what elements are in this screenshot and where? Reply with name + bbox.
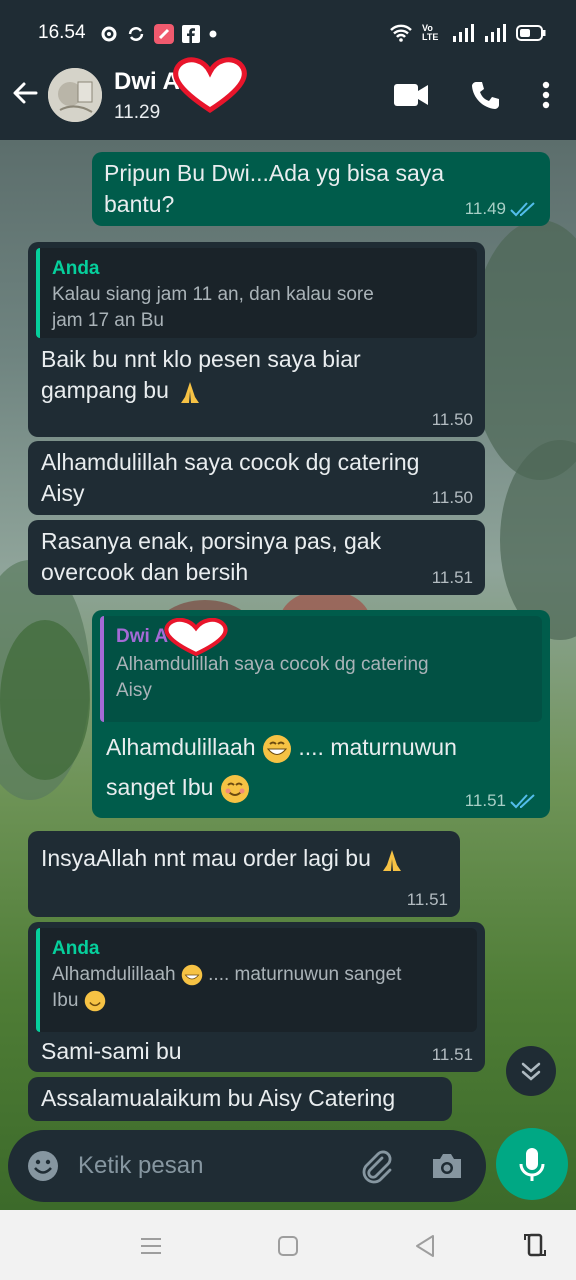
message-text: overcook dan bersih [41, 559, 249, 585]
system-navigation-bar [0, 1210, 576, 1280]
quote-text: Alhamdulillaah [52, 964, 176, 985]
message-meta: 11.50 [432, 489, 473, 507]
message-time: 11.49 [464, 199, 506, 218]
message-time: 11.51 [406, 890, 448, 909]
quoted-message[interactable]: Dwi A Alhamdulillah saya cocok dg cateri… [100, 616, 542, 722]
praying-hands-emoji-icon [383, 849, 402, 871]
message-text: .... maturnuwun [298, 734, 457, 760]
mic-icon [519, 1148, 545, 1181]
battery-icon [516, 25, 546, 41]
grinning-face-emoji-icon [181, 964, 203, 986]
sync-icon [128, 27, 144, 41]
message-bubble-outgoing[interactable]: Dwi A Alhamdulillah saya cocok dg cateri… [92, 610, 550, 818]
message-bubble-incoming[interactable]: InsyaAllah nnt mau order lagi bu 11.51 [28, 831, 460, 917]
message-meta: 11.51 [432, 569, 473, 587]
message-meta: 11.51 [407, 891, 448, 909]
wifi-icon [390, 24, 412, 42]
message-text: Alhamdulillah saya cocok dg catering [41, 449, 420, 475]
message-text: sanget Ibu [106, 773, 214, 800]
message-meta: 11.49 [465, 200, 538, 218]
status-time: 16.54 [38, 22, 86, 43]
message-text: Assalamualaikum bu Aisy Catering [41, 1085, 396, 1111]
message-bubble-incoming[interactable]: Assalamualaikum bu Aisy Catering [28, 1077, 452, 1121]
home-icon[interactable] [277, 1235, 299, 1257]
message-time: 11.51 [431, 568, 473, 587]
message-meta: 11.50 [432, 411, 473, 429]
message-text: Aisy [41, 480, 85, 506]
quote-text: Kalau siang jam 11 an, dan kalau sore [52, 284, 374, 305]
quote-author: Anda [52, 938, 100, 959]
grinning-face-emoji-icon [262, 734, 291, 763]
read-ticks-icon [510, 794, 535, 809]
message-meta: 11.51 [465, 792, 538, 810]
message-time: 11.50 [431, 488, 473, 507]
rotate-screen-icon[interactable] [524, 1232, 546, 1258]
more-menu-icon[interactable] [542, 81, 550, 109]
attach-icon[interactable] [358, 1148, 394, 1184]
message-text: Baik bu nnt klo pesen saya biar [41, 346, 361, 372]
signal-icon-2 [485, 24, 506, 42]
chat-header: Dwi A 11.29 [0, 52, 576, 140]
message-text: gampang bu [41, 377, 169, 403]
message-text: Sami-sami bu [41, 1038, 182, 1064]
message-bubble-outgoing[interactable]: Pripun Bu Dwi...Ada yg bisa saya bantu? … [92, 152, 550, 226]
quote-author: Anda [52, 258, 100, 279]
quoted-message[interactable]: Anda Alhamdulillaah .... maturnuwun sang… [36, 928, 477, 1032]
settings-icon [101, 26, 117, 42]
back-icon[interactable] [414, 1234, 436, 1258]
avatar[interactable] [48, 68, 102, 122]
last-seen-time: 11.29 [114, 102, 161, 123]
status-bar: 16.54 Vo LTE [0, 0, 576, 52]
heart-sticker-icon [164, 618, 228, 656]
message-text: Alhamdulillaah [106, 734, 256, 760]
facebook-icon [182, 25, 200, 43]
message-bubble-incoming[interactable]: Alhamdulillah saya cocok dg catering Ais… [28, 441, 485, 515]
message-bubble-incoming[interactable]: Anda Kalau siang jam 11 an, dan kalau so… [28, 242, 485, 437]
message-input[interactable]: Ketik pesan [78, 1152, 203, 1180]
quote-text: Aisy [116, 680, 152, 701]
smiling-face-emoji-icon [84, 990, 105, 1012]
video-call-icon[interactable] [394, 84, 428, 106]
header-actions [394, 80, 550, 110]
message-composer: Ketik pesan [8, 1130, 486, 1202]
message-time: 11.50 [431, 410, 473, 429]
read-ticks-icon [510, 202, 535, 217]
back-arrow-icon[interactable] [10, 78, 40, 108]
signal-icon [453, 24, 474, 42]
quote-text: jam 17 an Bu [52, 310, 164, 331]
message-text: InsyaAllah nnt mau order lagi bu [41, 845, 371, 871]
app-notification-icon [154, 24, 174, 44]
message-time: 11.51 [431, 1045, 473, 1064]
phone-icon[interactable] [470, 80, 500, 110]
dot-icon [209, 30, 217, 38]
quoted-message[interactable]: Anda Kalau siang jam 11 an, dan kalau so… [36, 248, 477, 338]
quote-text: Ibu [52, 990, 79, 1011]
recents-menu-icon[interactable] [139, 1236, 163, 1256]
smiling-face-emoji-icon [220, 774, 249, 803]
praying-hands-emoji-icon [181, 381, 200, 403]
message-text: Rasanya enak, porsinya pas, gak [41, 528, 382, 554]
scroll-to-bottom-button[interactable] [506, 1046, 556, 1096]
message-bubble-incoming[interactable]: Anda Alhamdulillaah .... maturnuwun sang… [28, 922, 485, 1072]
heart-sticker-icon [173, 57, 247, 113]
message-time: 11.51 [464, 791, 506, 810]
message-meta: 11.51 [432, 1046, 473, 1064]
emoji-icon[interactable] [26, 1149, 60, 1183]
notification-icons [100, 24, 218, 44]
double-chevron-down-icon [521, 1062, 541, 1081]
message-bubble-incoming[interactable]: Rasanya enak, porsinya pas, gak overcook… [28, 520, 485, 595]
quote-text: .... maturnuwun sanget [208, 964, 402, 985]
camera-icon[interactable] [430, 1151, 464, 1181]
volte-label: Vo LTE [422, 23, 439, 42]
message-text: Pripun Bu Dwi...Ada yg bisa saya [104, 160, 445, 186]
system-indicators: Vo LTE [390, 24, 546, 42]
voice-record-button[interactable] [496, 1128, 568, 1200]
